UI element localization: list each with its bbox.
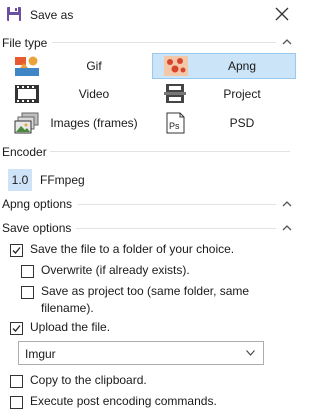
- gif-icon: [15, 56, 39, 76]
- chevron-up-icon[interactable]: [282, 199, 292, 209]
- window-title: Save as: [30, 8, 74, 22]
- psd-file-icon: Ps: [166, 112, 185, 134]
- encoder-version-badge: 1.0: [8, 169, 32, 191]
- overwrite-checkbox[interactable]: Overwrite (if already exists).: [21, 263, 190, 279]
- file-type-label: Project: [223, 87, 261, 101]
- upload-service-select[interactable]: Imgur: [18, 341, 264, 365]
- save-to-folder-checkbox[interactable]: Save the file to a folder of your choice…: [10, 242, 235, 258]
- svg-text:Ps: Ps: [169, 121, 180, 131]
- file-type-video[interactable]: Video: [4, 81, 148, 107]
- file-type-images-frames[interactable]: Images (frames): [4, 110, 148, 136]
- checkmark-icon: [12, 247, 21, 254]
- file-type-label: Images (frames): [50, 116, 138, 130]
- post-encoding-commands-checkbox[interactable]: Execute post encoding commands.: [10, 394, 217, 410]
- section-divider: [76, 228, 276, 229]
- copy-clipboard-checkbox[interactable]: Copy to the clipboard.: [10, 373, 147, 389]
- upload-file-checkbox[interactable]: Upload the file.: [10, 320, 111, 336]
- checkbox-label: Save as project too (same folder, same f…: [41, 283, 249, 317]
- close-icon[interactable]: [274, 6, 290, 22]
- section-divider: [50, 151, 290, 152]
- save-as-project-checkbox[interactable]: Save as project too (same folder, same f…: [21, 283, 249, 317]
- checkbox-box[interactable]: [21, 286, 34, 299]
- section-divider: [78, 204, 276, 205]
- project-film-icon: [164, 84, 186, 103]
- encoder-header: Encoder: [2, 145, 47, 159]
- checkbox-label: Upload the file.: [30, 320, 111, 334]
- file-type-apng[interactable]: Apng: [152, 53, 296, 79]
- checkbox-box[interactable]: [21, 265, 34, 278]
- checkbox-box[interactable]: [10, 396, 23, 409]
- film-strip-icon: [15, 85, 39, 103]
- checkbox-label: Copy to the clipboard.: [30, 373, 147, 387]
- chevron-down-icon: [246, 350, 255, 356]
- section-divider: [52, 42, 276, 43]
- apng-options-header[interactable]: Apng options: [2, 197, 72, 211]
- file-type-psd[interactable]: Ps PSD: [152, 110, 296, 136]
- checkmark-icon: [12, 325, 21, 332]
- file-type-project[interactable]: Project: [152, 81, 296, 107]
- checkbox-label: Save the file to a folder of your choice…: [30, 242, 235, 256]
- checkbox-label-line: Save as project too (same folder, same: [41, 284, 250, 298]
- floppy-disk-icon: [7, 7, 21, 21]
- chevron-up-icon[interactable]: [282, 37, 292, 47]
- upload-service-value: Imgur: [25, 347, 56, 361]
- checkbox-label: Execute post encoding commands.: [30, 394, 217, 408]
- checkbox-label-line: filename).: [41, 301, 94, 315]
- file-type-gif[interactable]: Gif: [4, 53, 148, 79]
- checkbox-box[interactable]: [10, 244, 23, 257]
- checkbox-box[interactable]: [10, 322, 23, 335]
- images-stack-icon: [14, 112, 39, 134]
- file-type-label: Video: [78, 87, 110, 101]
- file-type-label: Apng: [227, 59, 257, 73]
- save-options-header[interactable]: Save options: [2, 221, 71, 235]
- apng-flower-icon: [164, 56, 188, 76]
- file-type-header: File type: [2, 36, 48, 50]
- checkbox-box[interactable]: [10, 375, 23, 388]
- file-type-label: Gif: [86, 59, 102, 73]
- chevron-up-icon[interactable]: [282, 223, 292, 233]
- file-type-label: PSD: [229, 116, 255, 130]
- encoder-name[interactable]: FFmpeg: [40, 173, 85, 187]
- checkbox-label: Overwrite (if already exists).: [41, 263, 190, 277]
